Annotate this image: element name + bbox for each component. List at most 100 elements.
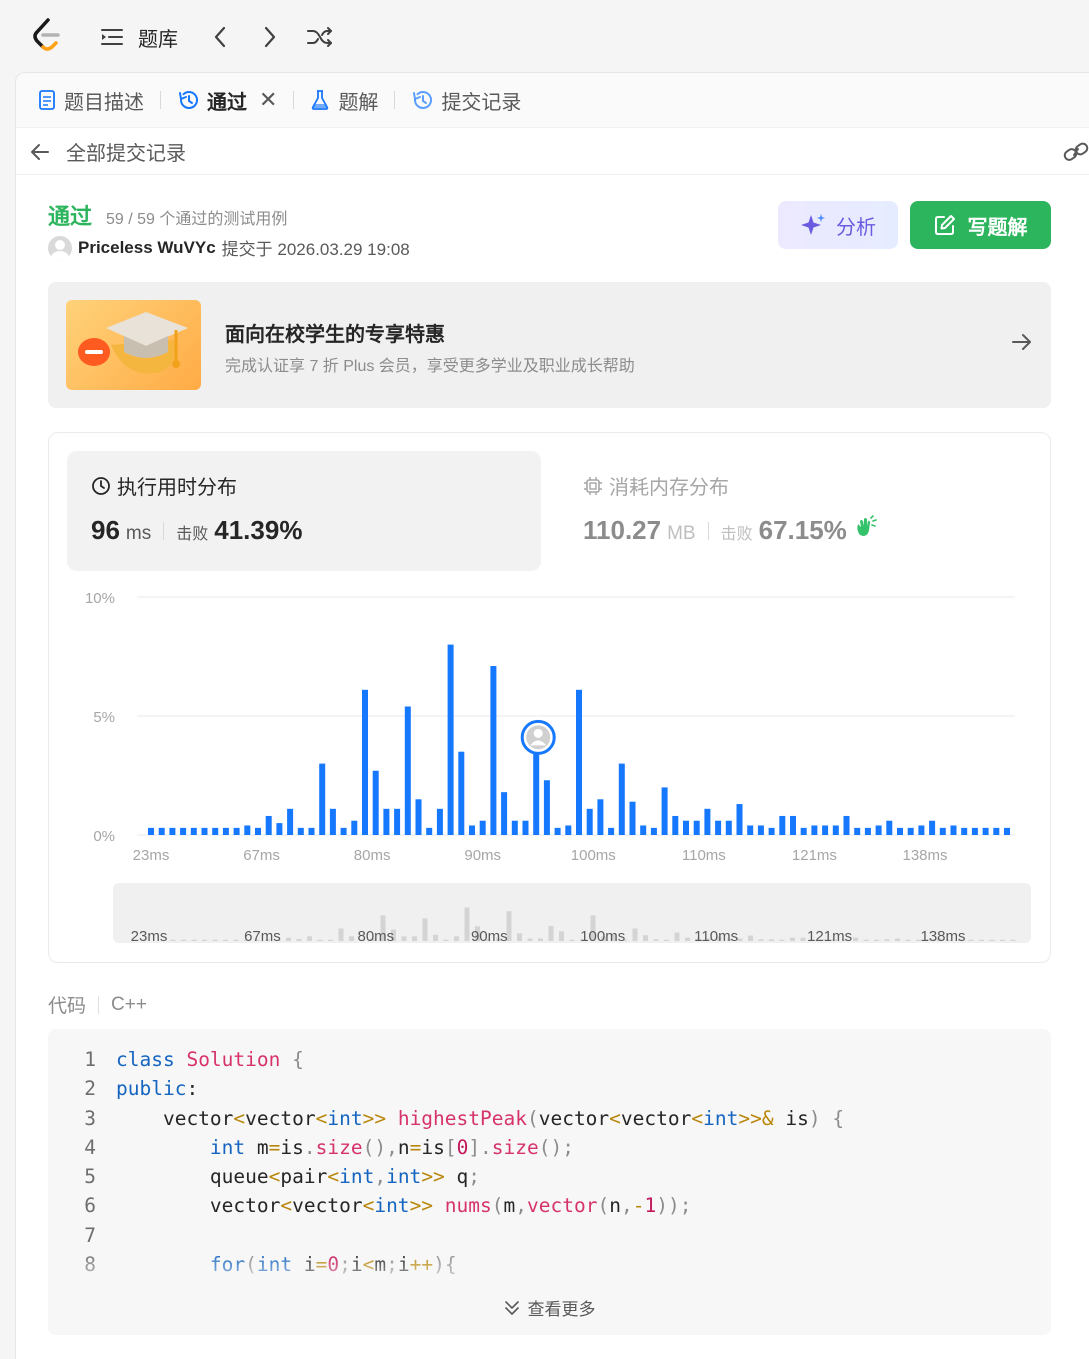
chart-bar[interactable]: [736, 804, 743, 835]
chart-bar[interactable]: [362, 689, 368, 835]
chart-bar[interactable]: [276, 823, 283, 835]
chart-bar[interactable]: [522, 820, 529, 835]
chart-bar[interactable]: [501, 792, 508, 835]
analyze-button[interactable]: 分析: [778, 201, 898, 249]
link-icon[interactable]: [1063, 141, 1089, 163]
chart-bar[interactable]: [747, 825, 754, 835]
chart-bar[interactable]: [554, 827, 561, 835]
chart-bar[interactable]: [233, 827, 240, 835]
chart-bar[interactable]: [543, 780, 550, 835]
chart-bar[interactable]: [929, 820, 936, 835]
chart-bar[interactable]: [447, 644, 454, 835]
chart-bar[interactable]: [394, 808, 401, 835]
chart-bar[interactable]: [897, 827, 903, 835]
random-problem-button[interactable]: [303, 20, 337, 54]
chart-bar[interactable]: [811, 825, 818, 835]
tab-description[interactable]: 题目描述: [36, 80, 146, 120]
chart-bar[interactable]: [982, 827, 989, 835]
chart-bar[interactable]: [308, 827, 315, 835]
chart-bar[interactable]: [511, 820, 518, 835]
chart-bar[interactable]: [479, 820, 486, 835]
chart-bar[interactable]: [661, 787, 668, 835]
avatar[interactable]: [48, 235, 72, 260]
arrow-left-icon[interactable]: [30, 143, 50, 161]
tab-submissions[interactable]: 提交记录: [409, 80, 523, 120]
chart-bar[interactable]: [426, 827, 433, 835]
chart-bar[interactable]: [672, 815, 679, 835]
chart-bar[interactable]: [169, 827, 176, 835]
chart-bar[interactable]: [351, 820, 358, 835]
submissions-back-bar[interactable]: 全部提交记录: [16, 129, 1089, 175]
chart-bar[interactable]: [297, 827, 304, 835]
next-problem-button[interactable]: [253, 20, 287, 54]
show-more-button[interactable]: 查看更多: [48, 1295, 1051, 1320]
chart-bar[interactable]: [875, 825, 882, 835]
chart-bar[interactable]: [586, 808, 593, 835]
chart-bar[interactable]: [768, 827, 775, 835]
chart-bar[interactable]: [1004, 827, 1010, 835]
student-promo-banner[interactable]: 面向在校学生的专享特惠 完成认证享 7 折 Plus 会员，享受更多学业及职业成…: [48, 282, 1051, 408]
chart-bar[interactable]: [715, 820, 722, 835]
chart-bar[interactable]: [790, 815, 796, 835]
chart-bar[interactable]: [201, 827, 208, 835]
close-icon[interactable]: ✕: [259, 87, 277, 113]
chart-bar[interactable]: [383, 808, 390, 835]
code-block[interactable]: 1 class Solution {2 public: 3 vector<vector…: [48, 1029, 1051, 1335]
author-name[interactable]: Priceless WuVYc: [78, 238, 216, 258]
chart-bar[interactable]: [961, 827, 968, 835]
arrow-right-icon[interactable]: [1011, 332, 1033, 352]
chart-bar[interactable]: [907, 827, 914, 835]
chart-bar[interactable]: [212, 827, 219, 835]
chart-bar[interactable]: [576, 689, 582, 835]
chart-bar[interactable]: [190, 827, 197, 835]
runtime-metric[interactable]: 执行用时分布 96 ms 击败 41.39%: [67, 451, 541, 571]
chart-bar[interactable]: [950, 825, 957, 835]
chart-bar[interactable]: [971, 827, 978, 835]
chart-bar[interactable]: [222, 827, 229, 835]
memory-metric[interactable]: 消耗内存分布 110.27 MB 击败 67.15%: [559, 451, 999, 571]
chart-bar[interactable]: [886, 820, 893, 835]
chart-bar[interactable]: [800, 827, 807, 835]
chart-bar[interactable]: [158, 827, 165, 835]
chart-bar[interactable]: [340, 827, 347, 835]
chart-bar[interactable]: [404, 706, 411, 835]
chart-bar[interactable]: [832, 825, 839, 835]
chart-bar[interactable]: [255, 827, 261, 835]
chart-bar[interactable]: [319, 763, 326, 835]
chart-bar[interactable]: [683, 820, 689, 835]
chart-range-slider[interactable]: 23ms 67ms 80ms 90ms 100ms 110ms 121ms 138ms: [113, 883, 1031, 943]
write-solution-button[interactable]: 写题解: [910, 201, 1051, 249]
tab-accepted[interactable]: 通过 ✕: [175, 80, 279, 120]
chart-bar[interactable]: [180, 827, 187, 835]
chart-bar[interactable]: [490, 666, 497, 835]
chart-bar[interactable]: [725, 820, 732, 835]
chart-bar[interactable]: [650, 827, 657, 835]
chart-bar[interactable]: [265, 815, 272, 835]
chart-bar[interactable]: [640, 825, 647, 835]
nav-problems[interactable]: 题库: [100, 20, 178, 54]
my-submission-marker[interactable]: [520, 719, 556, 755]
chart-bar[interactable]: [854, 827, 861, 835]
chart-bar[interactable]: [287, 808, 294, 835]
tab-solutions[interactable]: 题解: [308, 80, 380, 120]
chart-bar[interactable]: [843, 815, 850, 835]
chart-bar[interactable]: [629, 801, 636, 835]
chart-bar[interactable]: [918, 825, 925, 835]
chart-bar[interactable]: [779, 815, 786, 835]
chart-bar[interactable]: [608, 827, 615, 835]
chart-bar[interactable]: [415, 799, 422, 835]
prev-problem-button[interactable]: [203, 20, 237, 54]
chart-bar[interactable]: [372, 770, 379, 835]
chart-bar[interactable]: [329, 808, 336, 835]
chart-bar[interactable]: [565, 825, 572, 835]
chart-bar[interactable]: [822, 825, 829, 835]
chart-bar[interactable]: [597, 799, 604, 835]
chart-bar[interactable]: [148, 827, 154, 835]
chart-bar[interactable]: [693, 820, 700, 835]
chart-bar[interactable]: [704, 808, 711, 835]
chart-bar[interactable]: [757, 825, 764, 835]
chart-bar[interactable]: [244, 825, 251, 835]
chart-bar[interactable]: [458, 751, 465, 835]
chart-bar[interactable]: [939, 827, 946, 835]
chart-bar[interactable]: [436, 808, 443, 835]
